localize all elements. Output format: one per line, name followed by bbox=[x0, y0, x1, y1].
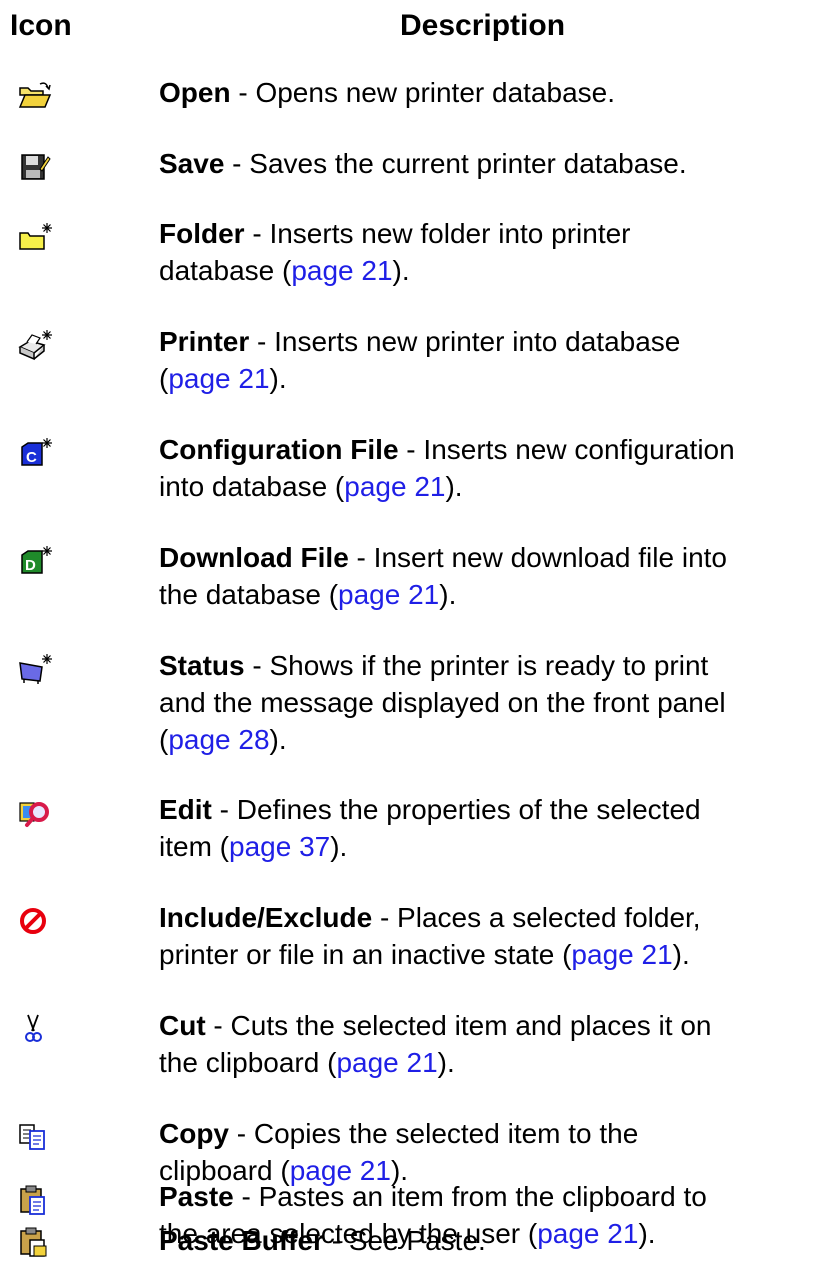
description-line: Printer - Inserts new printer into datab… bbox=[159, 326, 681, 357]
svg-text:C: C bbox=[26, 449, 37, 466]
description-line: Paste - Pastes an item from the clipboar… bbox=[159, 1181, 707, 1212]
description-line: Cut - Cuts the selected item and places … bbox=[159, 1010, 712, 1041]
icon-name: Include/Exclude bbox=[159, 902, 373, 933]
description-line: into database (page 21). bbox=[159, 471, 463, 502]
paste-icon bbox=[14, 1182, 54, 1218]
icon-name: Save bbox=[159, 148, 225, 179]
description-line: (page 21). bbox=[159, 363, 287, 394]
paste-buffer-icon bbox=[14, 1224, 54, 1260]
icon-description: Edit - Defines the properties of the sel… bbox=[159, 791, 818, 865]
page-link[interactable]: page 28 bbox=[168, 724, 269, 755]
icon-name: Cut bbox=[159, 1010, 206, 1041]
description-line: the clipboard (page 21). bbox=[159, 1047, 455, 1078]
icon-name: Download File bbox=[159, 542, 349, 573]
description-line: (page 28). bbox=[159, 724, 287, 755]
page-link[interactable]: page 21 bbox=[336, 1047, 437, 1078]
icon-description: Cut - Cuts the selected item and places … bbox=[159, 1007, 818, 1081]
icon-name: Status bbox=[159, 650, 245, 681]
icon-name: Printer bbox=[159, 326, 250, 357]
page-link[interactable]: page 21 bbox=[571, 939, 672, 970]
description-line: and the message displayed on the front p… bbox=[159, 687, 726, 718]
new-printer-icon bbox=[14, 327, 54, 363]
icon-description: Configuration File - Inserts new configu… bbox=[159, 431, 818, 505]
icon-name: Paste bbox=[159, 1181, 234, 1212]
description-line: Folder - Inserts new folder into printer bbox=[159, 218, 631, 249]
icon-name: Folder bbox=[159, 218, 245, 249]
description-line: Open - Opens new printer database. bbox=[159, 77, 616, 108]
icon-name: Configuration File bbox=[159, 434, 399, 465]
description-line: database (page 21). bbox=[159, 255, 410, 286]
icon-description: Paste Buffer - See Paste. bbox=[159, 1222, 818, 1259]
description-line: Include/Exclude - Places a selected fold… bbox=[159, 902, 701, 933]
icon-description: Download File - Insert new download file… bbox=[159, 539, 818, 613]
description-line: Download File - Insert new download file… bbox=[159, 542, 727, 573]
configuration-file-icon: C bbox=[14, 435, 54, 471]
page-link[interactable]: page 21 bbox=[168, 363, 269, 394]
icon-name: Copy bbox=[159, 1118, 229, 1149]
description-line: Configuration File - Inserts new configu… bbox=[159, 434, 735, 465]
icon-description: Include/Exclude - Places a selected fold… bbox=[159, 899, 818, 973]
download-file-icon: D bbox=[14, 543, 54, 579]
icon-description: Printer - Inserts new printer into datab… bbox=[159, 323, 818, 397]
open-folder-icon bbox=[14, 78, 54, 114]
copy-icon bbox=[14, 1119, 54, 1155]
edit-magnifier-icon bbox=[14, 795, 54, 831]
svg-text:D: D bbox=[25, 557, 36, 574]
icon-description: Status - Shows if the printer is ready t… bbox=[159, 647, 818, 758]
scissors-icon bbox=[14, 1011, 54, 1047]
page-link[interactable]: page 37 bbox=[229, 831, 330, 862]
description-line: Save - Saves the current printer databas… bbox=[159, 148, 687, 179]
icon-name: Open bbox=[159, 77, 231, 108]
column-header-icon: Icon bbox=[10, 9, 72, 42]
description-line: the database (page 21). bbox=[159, 579, 457, 610]
column-header-description: Description bbox=[400, 9, 566, 42]
icon-description: Open - Opens new printer database. bbox=[159, 74, 818, 111]
page-link[interactable]: page 21 bbox=[291, 255, 392, 286]
new-folder-icon bbox=[14, 219, 54, 255]
icon-description: Save - Saves the current printer databas… bbox=[159, 145, 818, 182]
page-link[interactable]: page 21 bbox=[338, 579, 439, 610]
include-exclude-icon bbox=[14, 903, 54, 939]
description-line: Status - Shows if the printer is ready t… bbox=[159, 650, 709, 681]
description-line: Edit - Defines the properties of the sel… bbox=[159, 794, 701, 825]
icon-description: Folder - Inserts new folder into printer… bbox=[159, 215, 818, 289]
icon-name: Edit bbox=[159, 794, 212, 825]
description-line: Copy - Copies the selected item to the bbox=[159, 1118, 639, 1149]
description-line: printer or file in an inactive state (pa… bbox=[159, 939, 690, 970]
description-line: item (page 37). bbox=[159, 831, 348, 862]
save-disk-icon bbox=[14, 149, 54, 185]
status-icon bbox=[14, 651, 54, 687]
description-line: Paste Buffer - See Paste. bbox=[159, 1225, 486, 1256]
icon-name: Paste Buffer bbox=[159, 1225, 324, 1256]
page-link[interactable]: page 21 bbox=[344, 471, 445, 502]
